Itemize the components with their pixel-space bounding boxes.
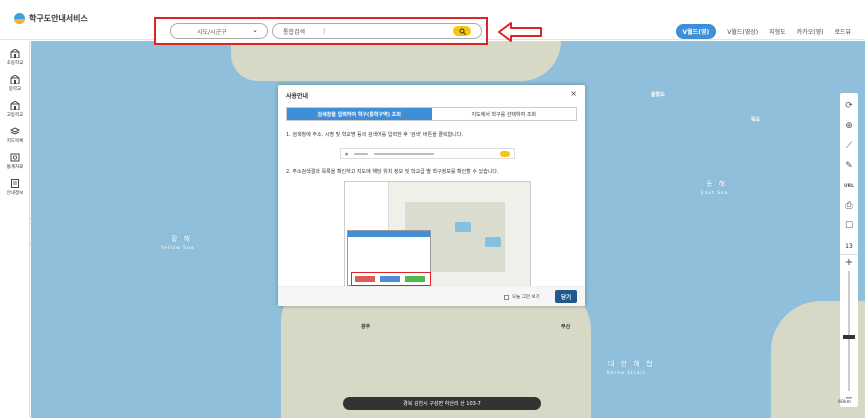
- map-label-gwangju: 광주: [361, 324, 371, 330]
- chevron-down-icon: ⌄: [252, 26, 258, 34]
- search-input[interactable]: 통합검색 |: [272, 23, 482, 39]
- sidebar-item-map-list[interactable]: 지도목록: [0, 122, 30, 148]
- example-search-image: ●: [340, 148, 515, 159]
- mini-badge-high: [405, 276, 425, 282]
- close-icon[interactable]: ×: [570, 89, 577, 98]
- zoom-control: 13 + −: [840, 239, 858, 407]
- sidebar-item-label: 지도목록: [6, 138, 24, 144]
- app-title: 학구도안내서비스: [29, 14, 88, 23]
- map-type-terrain[interactable]: 지형도: [769, 27, 786, 36]
- map-scale: 60km: [838, 400, 851, 405]
- usage-guide-dialog: 사용안내 × 검색창을 입력하여 학구(통학구역) 조회 지도에서 학구를 선택…: [278, 85, 585, 306]
- mini-school-zone: [455, 222, 471, 232]
- search-button[interactable]: [453, 26, 471, 36]
- map-label-ulleungdo: 울릉도: [651, 92, 665, 98]
- mini-search-button: [500, 150, 510, 157]
- sidebar-item-label: 통계자료: [6, 164, 24, 170]
- search-mode-label: 통합검색: [283, 28, 306, 36]
- mini-school-zone: [485, 237, 501, 247]
- url-button[interactable]: URL: [840, 176, 858, 196]
- map-label-korea-strait-en: Korea Strait: [607, 371, 646, 376]
- measure-icon[interactable]: ⟋: [840, 136, 858, 156]
- zoom-slider-thumb[interactable]: [843, 334, 855, 339]
- mini-badge-elementary: [355, 276, 375, 282]
- map-type-kakao[interactable]: 카카오(영): [797, 27, 824, 36]
- search-bar-highlight: 시도/시군구 ⌄ 통합검색 |: [154, 17, 488, 45]
- school-icon: [10, 100, 20, 110]
- info-icon: [10, 178, 20, 188]
- hide-today-label: 오늘 그만 보기: [512, 295, 540, 300]
- layers-icon: [10, 126, 20, 136]
- sidebar-item-middle[interactable]: 중학교: [0, 70, 30, 96]
- zoom-slider[interactable]: [843, 271, 855, 391]
- map-label-east-sea: 동 해: [706, 180, 728, 188]
- refresh-icon[interactable]: ⟳: [840, 96, 858, 116]
- map-type-vworld[interactable]: V월드(영): [675, 24, 717, 39]
- example-map-image: [344, 181, 531, 289]
- print-icon[interactable]: ⎙: [840, 196, 858, 216]
- map-label-east-sea-en: East Sea: [701, 191, 729, 196]
- address-status-bar: 경북 김천시 구성면 하산리 산 103-7: [343, 397, 541, 410]
- step-2-text: 2. 주소검색결과 목록을 확인하고 지도에 해당 위치 정보 및 학교급 별 …: [286, 169, 499, 175]
- tab-map-select[interactable]: 지도에서 학구를 선택하여 조회: [431, 108, 576, 120]
- mini-logo-icon: ●: [345, 151, 349, 156]
- checkbox-box[interactable]: [504, 294, 509, 300]
- search-icon: [459, 28, 466, 35]
- hide-today-checkbox[interactable]: 오늘 그만 보기: [504, 294, 540, 300]
- step-1-text: 1. 검색창에 주소, 시명 및 학교명 등의 검색어를 입력한 후 '검색' …: [286, 132, 463, 138]
- map-tool-panel: ⟳ ⊕ ⟋ ✎ URL ⎙ ☐ ◈: [840, 93, 858, 259]
- land-north-korea: [231, 41, 561, 81]
- map-label-yellow-sea: 황 해: [171, 235, 193, 243]
- draw-icon[interactable]: ✎: [840, 156, 858, 176]
- dialog-title: 사용안내: [286, 93, 309, 100]
- sidebar-item-info[interactable]: 안내정보: [0, 174, 30, 200]
- mini-badge-middle: [380, 276, 400, 282]
- map-label-korea-strait: 대 한 해 협: [608, 360, 655, 368]
- zoom-level: 13: [840, 239, 858, 255]
- left-sidebar: 초등학교 중학교 고등학교 지도목록 통계자료 안내정보: [0, 41, 30, 418]
- school-icon: [10, 74, 20, 84]
- sidebar-item-stats[interactable]: 통계자료: [0, 148, 30, 174]
- dialog-tabs: 검색창을 입력하여 학구(통학구역) 조회 지도에서 학구를 선택하여 조회: [286, 107, 577, 121]
- text-cursor: |: [323, 27, 326, 35]
- mini-popup-header: [348, 231, 430, 237]
- edit-icon[interactable]: ☐: [840, 216, 858, 236]
- sidebar-item-label: 고등학교: [6, 112, 24, 118]
- map-type-switcher: V월드(영) V월드(영상) 지형도 카카오(영) 로드뷰: [675, 24, 851, 39]
- tab-search-input[interactable]: 검색창을 입력하여 학구(통학구역) 조회: [287, 108, 432, 120]
- map-label-yellow-sea-en: Yellow Sea: [161, 246, 195, 251]
- mini-highlight-box: [351, 272, 431, 286]
- sidebar-item-high[interactable]: 고등학교: [0, 96, 30, 122]
- zoom-in-button[interactable]: +: [845, 255, 853, 271]
- sidebar-item-label: 안내정보: [6, 190, 24, 196]
- map-type-roadview[interactable]: 로드뷰: [834, 27, 851, 36]
- app-logo[interactable]: 학구도안내서비스: [14, 13, 88, 24]
- sidebar-item-label: 중학교: [8, 86, 22, 92]
- dialog-footer: 오늘 그만 보기 닫기: [278, 286, 585, 306]
- mini-info-popup: [347, 230, 431, 286]
- sidebar-item-label: 초등학교: [6, 60, 24, 66]
- logo-icon: [14, 13, 25, 24]
- map-label-busan: 부산: [561, 324, 571, 330]
- close-button[interactable]: 닫기: [555, 290, 577, 303]
- annotation-arrow-icon: [498, 22, 542, 42]
- region-select[interactable]: 시도/시군구 ⌄: [170, 23, 268, 39]
- map-type-vworld-satellite[interactable]: V월드(영상): [727, 27, 758, 36]
- mini-search-pill: [374, 152, 435, 155]
- region-select-label: 시도/시군구: [197, 28, 227, 36]
- school-icon: [10, 48, 20, 58]
- map-label-dokdo: 독도: [751, 117, 761, 123]
- globe-icon[interactable]: ⊕: [840, 116, 858, 136]
- stats-icon: [10, 153, 20, 162]
- sidebar-item-elementary[interactable]: 초등학교: [0, 44, 30, 70]
- mini-region-pill: [354, 152, 369, 155]
